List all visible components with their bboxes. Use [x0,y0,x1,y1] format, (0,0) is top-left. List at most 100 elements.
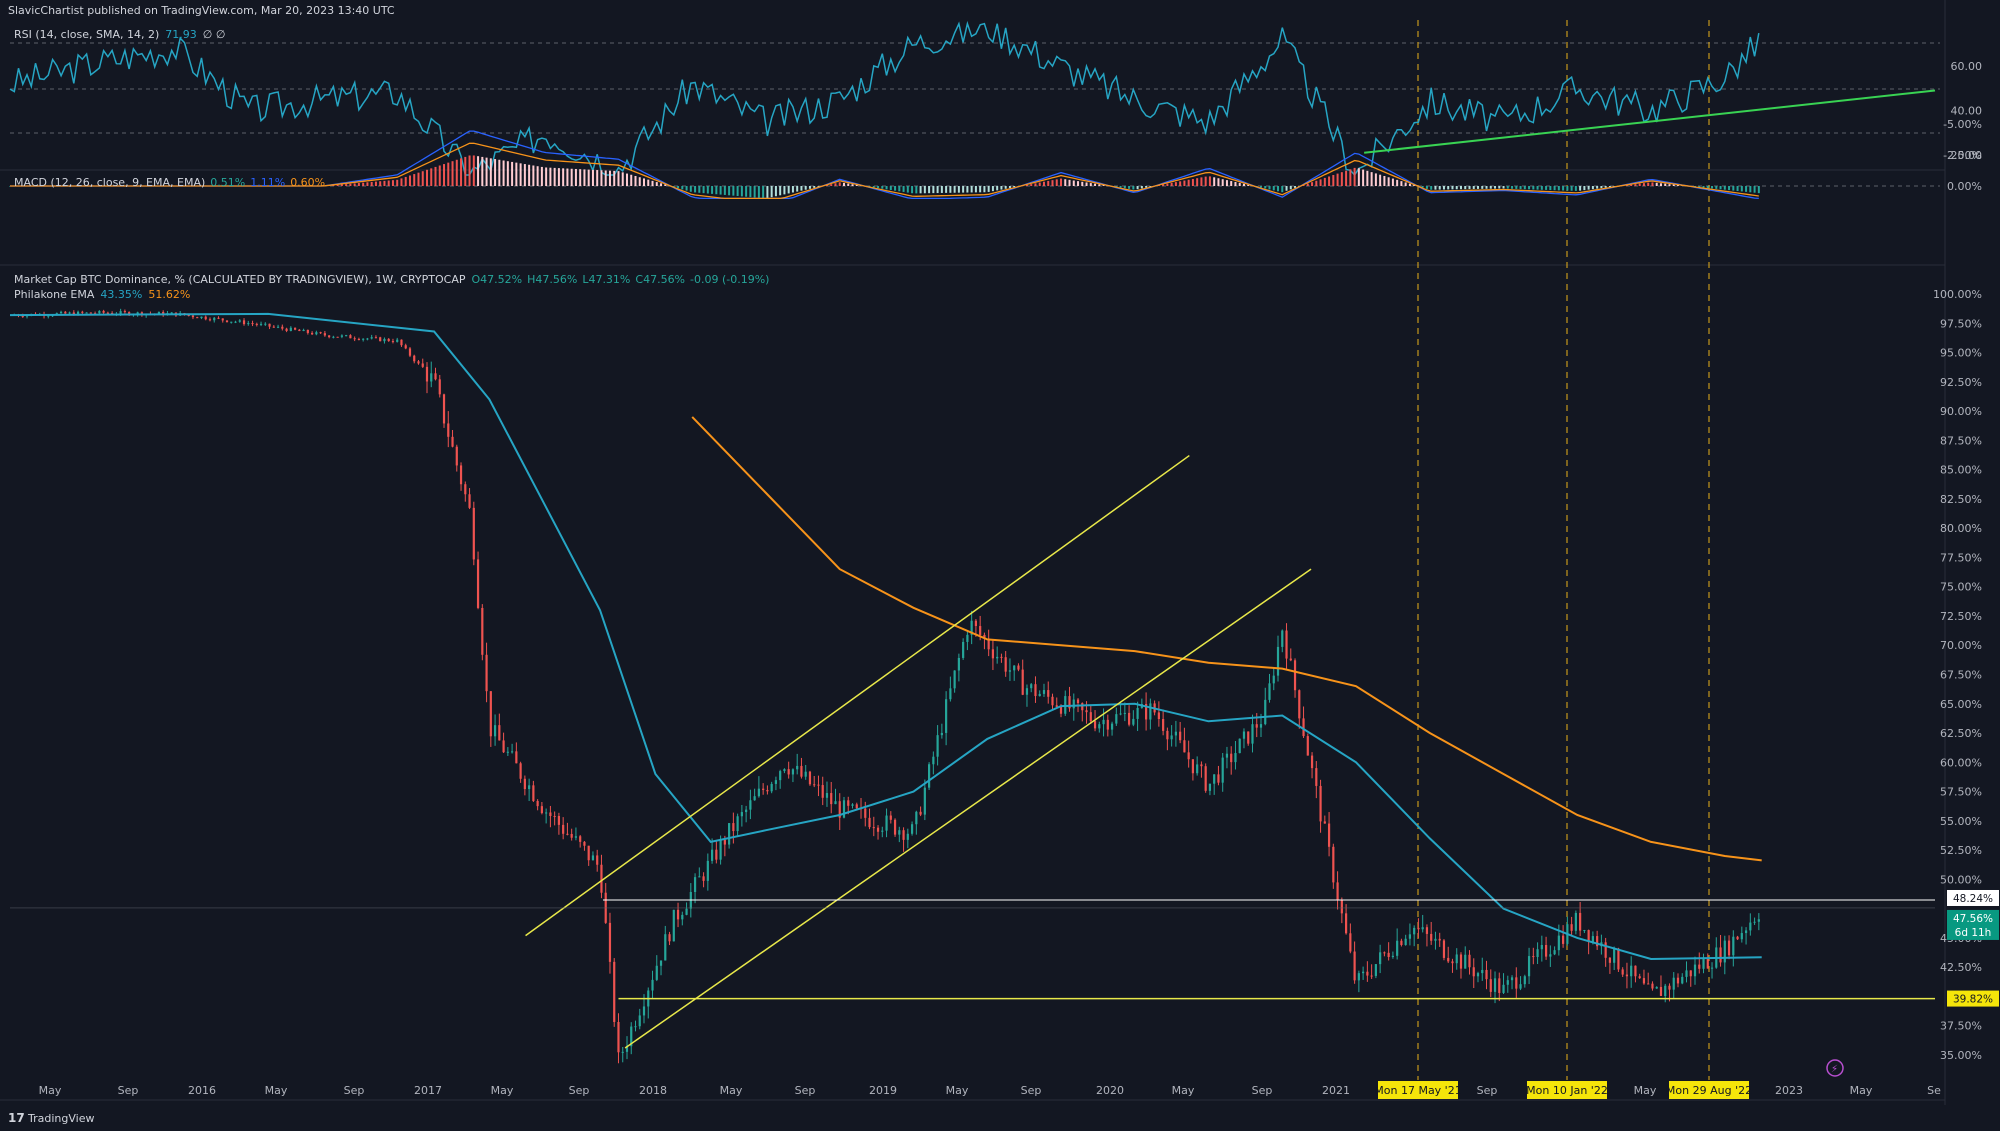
candle-body [583,841,586,846]
macd-bar [362,182,365,186]
macd-bar [1336,173,1339,186]
macd-bar [421,171,424,186]
candle-body [485,654,488,692]
lightning-glyph: ⚡ [1831,1064,1838,1075]
candle-body [1689,970,1692,977]
macd-bar [1408,183,1411,186]
macd-bar [1332,175,1335,186]
candle-body [1583,930,1586,932]
price-axis-tick-24: 35.00% [1940,1049,1982,1062]
macd-bar [634,175,637,186]
macd-legend[interactable]: MACD (12, 26, close, 9, EMA, EMA) 0.51% 1.… [14,176,325,189]
macd-bar [1008,186,1011,189]
candle-body [387,338,390,342]
candle-body [1404,938,1407,945]
macd-v1: 0.51% [210,176,245,189]
macd-bar [557,168,560,186]
macd-bar [723,186,726,195]
candle-body [659,960,663,966]
macd-bar [553,167,556,186]
candle-body [1527,956,1531,977]
macd-bar [1089,183,1092,186]
candle-body [919,811,922,815]
main-low: L47.31% [582,273,630,286]
time-axis-label-4: Sep [344,1084,365,1097]
macd-bar [1230,181,1233,186]
candle-body [1515,977,1518,989]
macd-bar [600,170,603,186]
macd-bar [1077,181,1080,186]
time-axis-label-16: Sep [1252,1084,1273,1097]
macd-bar [1447,186,1450,190]
time-axis-label-17: 2021 [1322,1084,1350,1097]
candle-body [1089,712,1092,722]
macd-bar [1655,182,1658,186]
macd-bar [1732,186,1735,191]
candle-body [259,323,263,325]
price-axis-tick-8: 80.00% [1940,522,1982,535]
macd-bar [485,157,488,186]
candle-body [345,335,348,337]
candle-body [1749,922,1752,931]
macd-bar [494,159,497,186]
candle-body [1106,719,1109,730]
macd-axis-tick-0: 0.00% [1947,180,1982,193]
main-legend[interactable]: Market Cap BTC Dominance, % (CALCULATED … [14,273,769,286]
candle-body [391,341,395,343]
macd-bar [1532,186,1535,190]
candle-body [447,423,450,437]
macd-bar [1315,180,1318,186]
candle-body [68,312,71,314]
rsi-legend[interactable]: RSI (14, close, SMA, 14, 2) 71.93 ∅ ∅ [14,28,225,41]
macd-bar [1387,177,1390,186]
macd-bar [447,162,450,186]
macd-bar [1145,186,1148,188]
candle-body [753,796,756,801]
macd-bar [1391,178,1394,186]
candle-body [1123,712,1126,714]
candle-body [715,849,718,860]
chart-stage[interactable]: 100.00% 97.50% 95.00% 92.50% 90.00% 87.50% 85.… [0,0,2000,1131]
macd-bar [1489,186,1492,189]
price-axis-tick-20: 50.00% [1940,873,1982,886]
macd-bar [685,186,688,191]
candle-body [719,839,722,860]
candle-body [1315,768,1318,786]
macd-bar [1362,169,1365,186]
candle-body [1710,967,1714,969]
macd-bar [617,171,620,186]
macd-bar [979,186,982,193]
candle-body [1553,950,1556,955]
candle-body [906,833,909,840]
macd-bar [1498,186,1501,189]
candle-body [1221,757,1224,783]
candle-body [1059,706,1063,714]
candle-body [442,394,446,424]
macd-bar [1430,186,1433,190]
macd-bar [838,182,841,186]
candle-body [1183,740,1186,753]
macd-bar [511,161,514,186]
candle-body [1034,684,1037,697]
macd-bar [404,176,407,186]
macd-bar [779,186,782,196]
candle-body [876,827,880,832]
candle-body [85,312,88,314]
macd-bar [562,168,565,186]
candle-body [1225,753,1229,758]
candle-body [528,785,531,790]
candle-body [281,326,284,329]
candle-body [1447,957,1450,962]
ema-legend[interactable]: Philakone EMA 43.35% 51.62% [14,288,190,301]
macd-bar [1038,182,1041,186]
macd-bar [940,186,943,193]
price-axis-tick-5: 87.50% [1940,434,1982,447]
macd-bar [796,186,799,192]
candle-body [247,323,250,325]
macd-bar [1664,183,1667,186]
candle-body [915,811,918,825]
candle-body [1608,957,1612,963]
candle-body [1493,978,1497,992]
macd-bar [1459,186,1462,190]
rsi-extra: ∅ ∅ [203,28,226,41]
